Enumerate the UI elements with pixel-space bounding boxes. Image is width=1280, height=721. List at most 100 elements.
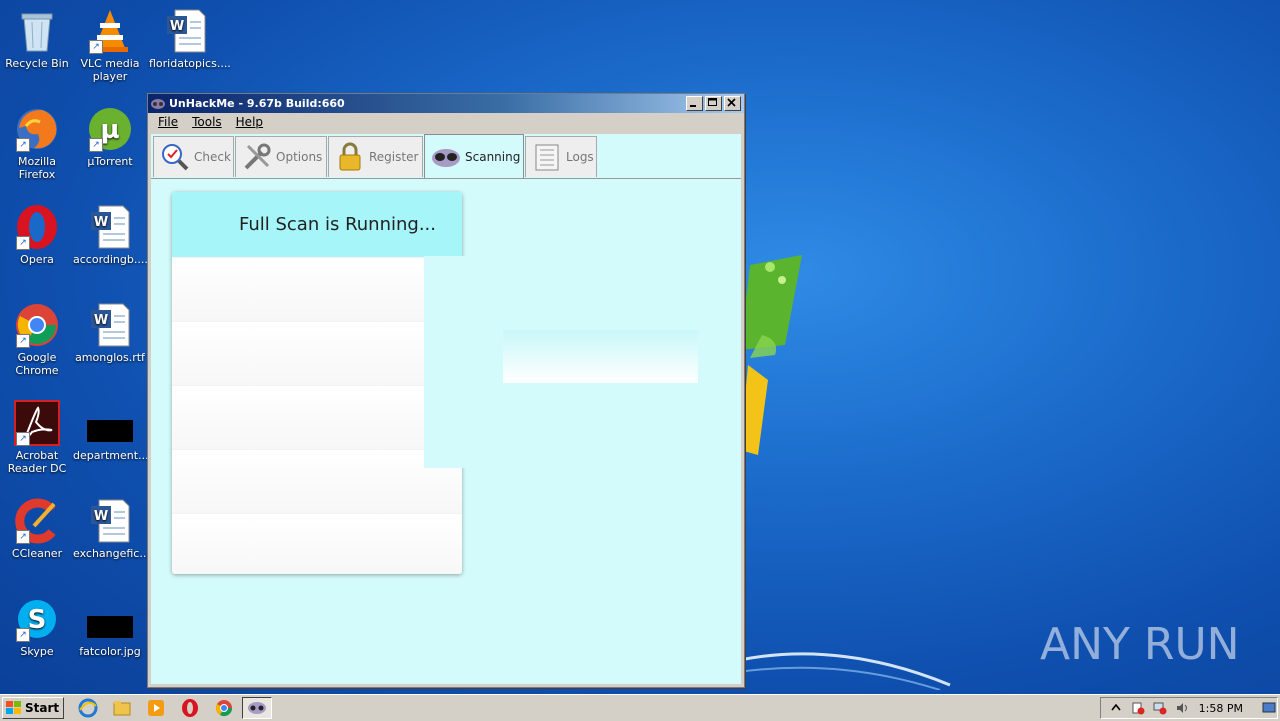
desktop-icon-floridatopics[interactable]: W floridatopics.... — [149, 8, 231, 70]
taskbar: Start 1:58 PM — [0, 694, 1280, 721]
desktop-icon-firefox[interactable]: ↗ Mozilla Firefox — [0, 106, 74, 181]
scanning-panel: Full Scan is Running... — [151, 178, 741, 684]
scan-status-text: Full Scan is Running... — [238, 214, 436, 235]
desktop-icon-chrome[interactable]: ↗ Google Chrome — [0, 302, 74, 377]
tab-logs[interactable]: Logs — [525, 136, 597, 177]
menu-tools[interactable]: Tools — [192, 115, 222, 129]
tab-scanning[interactable]: Scanning — [424, 134, 524, 178]
shortcut-arrow-icon: ↗ — [89, 40, 103, 54]
scan-status-header: Full Scan is Running... — [172, 192, 462, 257]
desktop-icon-skype[interactable]: S ↗ Skype — [0, 596, 74, 658]
tools-icon — [244, 143, 271, 170]
svg-text:S: S — [28, 605, 47, 635]
scan-row — [172, 257, 462, 321]
desktop-icon-label: Opera — [20, 253, 54, 266]
panel-overlay — [424, 256, 472, 468]
media-player-icon[interactable] — [146, 698, 166, 718]
action-center-flag-icon[interactable] — [1131, 701, 1145, 715]
show-desktop-icon[interactable] — [1262, 700, 1276, 714]
desktop-icon-label: fatcolor.jpg — [79, 645, 141, 658]
desktop-icon-label: Mozilla Firefox — [18, 155, 56, 181]
desktop-icon-amonglos[interactable]: W amonglos.rtf — [73, 302, 147, 364]
shortcut-arrow-icon: ↗ — [16, 628, 30, 642]
opera-icon[interactable] — [180, 698, 200, 718]
app-icon — [151, 98, 165, 109]
black-thumbnail-icon — [87, 596, 133, 642]
window-titlebar[interactable]: UnHackMe - 9.67b Build:660 — [148, 94, 744, 113]
desktop-icon-recycle-bin[interactable]: Recycle Bin — [0, 8, 74, 70]
firefox-icon: ↗ — [14, 106, 60, 152]
minimize-button[interactable] — [686, 96, 703, 111]
svg-text:W: W — [94, 215, 108, 230]
scan-progress-area — [503, 330, 698, 383]
shortcut-arrow-icon: ↗ — [89, 138, 103, 152]
desktop-icon-opera[interactable]: ↗ Opera — [0, 204, 74, 266]
start-button[interactable]: Start — [2, 697, 65, 719]
tab-register[interactable]: Register — [328, 136, 423, 177]
glasses-icon — [248, 702, 267, 714]
word-doc-icon: W — [87, 498, 133, 544]
taskbar-unhackme-button[interactable] — [242, 697, 273, 719]
explorer-icon[interactable] — [112, 698, 132, 718]
close-icon — [727, 98, 736, 107]
menu-file[interactable]: File — [158, 115, 178, 129]
scan-row — [172, 321, 462, 385]
word-doc-icon: W — [163, 8, 209, 54]
desktop-icon-department[interactable]: department.... — [73, 400, 153, 462]
scan-row — [172, 449, 462, 513]
tab-options[interactable]: Options — [235, 136, 327, 177]
tab-label: Scanning — [465, 149, 521, 164]
ie-icon[interactable] — [78, 698, 98, 718]
wallpaper-swoosh — [720, 652, 951, 690]
maximize-icon — [708, 98, 717, 106]
magnifier-check-icon — [162, 144, 189, 171]
shortcut-arrow-icon: ↗ — [16, 432, 30, 446]
desktop-icon-ccleaner[interactable]: ↗ CCleaner — [0, 498, 74, 560]
clock[interactable]: 1:58 PM — [1199, 702, 1243, 715]
desktop-icon-label: department.... — [73, 449, 153, 462]
windows-flag-icon — [6, 701, 21, 714]
svg-text:W: W — [170, 19, 184, 34]
volume-icon[interactable] — [1175, 701, 1189, 715]
tab-check[interactable]: Check — [153, 136, 234, 177]
svg-text:W: W — [94, 313, 108, 328]
unhackme-window: UnHackMe - 9.67b Build:660 File Tools He… — [147, 93, 745, 688]
desktop-icon-exchangefic[interactable]: W exchangefic.... — [73, 498, 154, 560]
tab-label: Register — [369, 150, 419, 164]
shortcut-arrow-icon: ↗ — [16, 530, 30, 544]
shortcut-arrow-icon: ↗ — [16, 334, 30, 348]
desktop-icon-accordingb[interactable]: W accordingb.... — [73, 204, 148, 266]
system-tray: 1:58 PM — [1100, 697, 1278, 719]
scan-status-card: Full Scan is Running... — [172, 192, 462, 574]
menu-help[interactable]: Help — [236, 115, 263, 129]
tab-bar: Check Options Register Scanning Logs — [151, 134, 741, 178]
desktop-icon-acrobat[interactable]: ↗ Acrobat Reader DC — [0, 400, 74, 475]
window-title: UnHackMe - 9.67b Build:660 — [169, 97, 345, 110]
svg-text:W: W — [94, 509, 108, 524]
anyrun-watermark: ANY RUN — [1040, 619, 1240, 670]
word-doc-icon: W — [87, 302, 133, 348]
desktop-icon-label: floridatopics.... — [149, 57, 231, 70]
tab-label: Logs — [566, 150, 594, 164]
network-icon[interactable] — [1153, 701, 1167, 715]
acrobat-icon: ↗ — [14, 400, 60, 446]
padlock-icon — [339, 142, 361, 171]
desktop-icon-vlc[interactable]: ↗ VLC media player — [73, 8, 147, 83]
desktop-icon-label: µTorrent — [87, 155, 133, 168]
windows-logo-wallpaper — [740, 255, 802, 455]
close-button[interactable] — [724, 96, 741, 111]
tab-label: Options — [276, 150, 323, 164]
chrome-icon[interactable] — [214, 698, 234, 718]
shortcut-arrow-icon: ↗ — [16, 236, 30, 250]
desktop-icon-fatcolor[interactable]: fatcolor.jpg — [73, 596, 147, 658]
scan-row — [172, 513, 462, 574]
maximize-button[interactable] — [705, 96, 722, 111]
tray-expand-icon[interactable] — [1109, 701, 1123, 715]
desktop-icon-label: amonglos.rtf — [75, 351, 145, 364]
chrome-icon: ↗ — [14, 302, 60, 348]
desktop-icon-label: exchangefic.... — [73, 547, 154, 560]
shortcut-arrow-icon: ↗ — [16, 138, 30, 152]
desktop-icon-utorrent[interactable]: µ ↗ µTorrent — [73, 106, 147, 168]
menu-bar: File Tools Help — [148, 113, 744, 131]
black-thumbnail-icon — [87, 400, 133, 446]
